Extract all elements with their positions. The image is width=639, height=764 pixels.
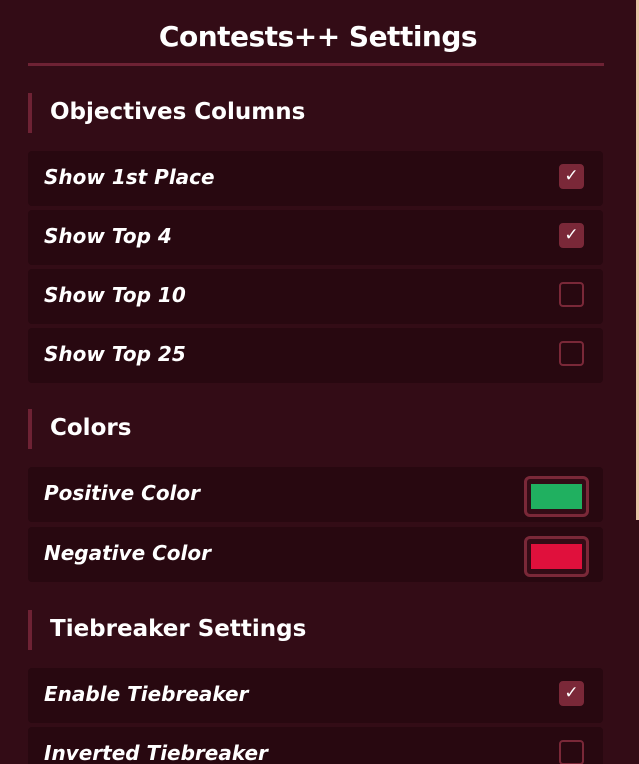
setting-label: Inverted Tiebreaker bbox=[44, 741, 268, 764]
setting-label: Show Top 4 bbox=[44, 224, 172, 248]
setting-row-negative-color: Negative Color bbox=[28, 527, 603, 582]
section-header-objectives: Objectives Columns bbox=[28, 93, 604, 133]
section-header-tiebreaker: Tiebreaker Settings bbox=[28, 610, 604, 650]
section-accent-bar bbox=[28, 610, 32, 650]
check-icon: ✓ bbox=[564, 225, 579, 245]
setting-label: Positive Color bbox=[44, 481, 201, 505]
section-accent-bar bbox=[28, 409, 32, 449]
show-top-25-checkbox[interactable] bbox=[559, 341, 584, 366]
negative-color-picker[interactable] bbox=[524, 536, 589, 577]
setting-row-show-top-4: Show Top 4 ✓ bbox=[28, 210, 603, 265]
setting-row-positive-color: Positive Color bbox=[28, 467, 603, 522]
setting-row-enable-tiebreaker: Enable Tiebreaker ✓ bbox=[28, 668, 603, 723]
color-swatch bbox=[531, 484, 582, 509]
section-title: Tiebreaker Settings bbox=[50, 616, 307, 642]
inverted-tiebreaker-checkbox[interactable] bbox=[559, 740, 584, 764]
check-icon: ✓ bbox=[564, 683, 579, 703]
settings-panel: Contests++ Settings Objectives Columns S… bbox=[0, 0, 636, 764]
show-top-10-checkbox[interactable] bbox=[559, 282, 584, 307]
enable-tiebreaker-checkbox[interactable]: ✓ bbox=[559, 681, 584, 706]
section-header-colors: Colors bbox=[28, 409, 604, 449]
setting-row-show-top-25: Show Top 25 bbox=[28, 328, 603, 383]
setting-label: Negative Color bbox=[44, 541, 211, 565]
check-icon bbox=[561, 343, 582, 364]
section-title: Objectives Columns bbox=[50, 99, 306, 125]
setting-label: Show Top 10 bbox=[44, 283, 186, 307]
page-title: Contests++ Settings bbox=[158, 20, 478, 53]
positive-color-picker[interactable] bbox=[524, 476, 589, 517]
setting-row-show-1st-place: Show 1st Place ✓ bbox=[28, 151, 603, 206]
setting-label: Show 1st Place bbox=[44, 165, 215, 189]
setting-label: Show Top 25 bbox=[44, 342, 186, 366]
show-top-4-checkbox[interactable]: ✓ bbox=[559, 223, 584, 248]
setting-row-inverted-tiebreaker: Inverted Tiebreaker bbox=[28, 727, 603, 764]
section-accent-bar bbox=[28, 93, 32, 133]
setting-row-show-top-10: Show Top 10 bbox=[28, 269, 603, 324]
check-icon bbox=[561, 284, 582, 305]
setting-label: Enable Tiebreaker bbox=[44, 682, 249, 706]
check-icon bbox=[561, 742, 582, 763]
show-1st-place-checkbox[interactable]: ✓ bbox=[559, 164, 584, 189]
title-divider bbox=[28, 63, 604, 66]
color-swatch bbox=[531, 544, 582, 569]
section-title: Colors bbox=[50, 415, 132, 441]
check-icon: ✓ bbox=[564, 166, 579, 186]
